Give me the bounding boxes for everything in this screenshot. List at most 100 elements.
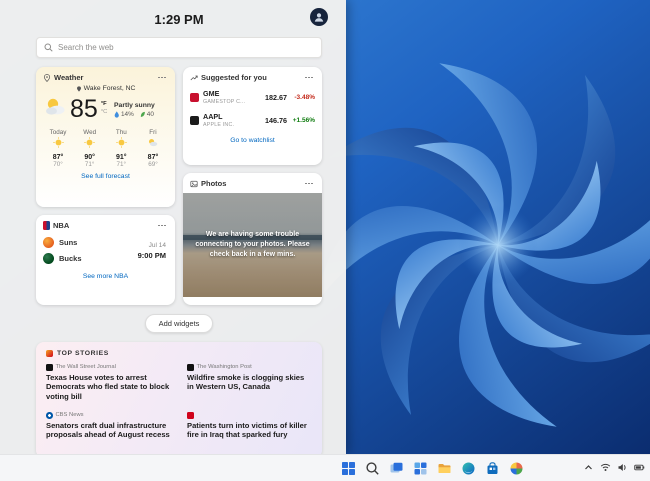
photos-app-button[interactable]: [508, 460, 525, 477]
forecast-low: 71°: [76, 161, 104, 168]
nba-widget-header: NBA: [43, 221, 168, 230]
hidden-icons-button[interactable]: [583, 460, 594, 478]
stocks-widget[interactable]: Suggested for you GME GAMESTOP C... 182.…: [183, 67, 322, 165]
news-story[interactable]: Patients turn into victims of killer fir…: [187, 412, 312, 440]
story-headline: Patients turn into victims of killer fir…: [187, 421, 312, 441]
see-full-forecast-link[interactable]: See full forecast: [43, 173, 168, 180]
weather-widget-title: Weather: [54, 73, 83, 82]
stock-price: 182.67: [265, 93, 287, 102]
story-source-row: CBS News: [46, 412, 171, 419]
photos-app-icon: [509, 461, 524, 476]
forecast-day-label: Today: [44, 129, 72, 136]
stock-identity: AAPL APPLE INC.: [203, 112, 251, 128]
story-source: The Washington Post: [197, 364, 252, 370]
windows-logo-icon: [341, 461, 356, 476]
battery-icon: [634, 462, 645, 473]
forecast-high: 87°: [139, 154, 167, 161]
story-source: The Wall Street Journal: [56, 364, 116, 370]
nba-game-date: Jul 14: [138, 242, 166, 249]
photos-widget-title: Photos: [201, 179, 226, 188]
forecast-low: 69°: [139, 161, 167, 168]
weather-location: Wake Forest, NC: [84, 85, 136, 92]
forecast-day[interactable]: Thu 91° 71°: [107, 129, 135, 168]
photos-menu-button[interactable]: [303, 181, 315, 187]
photos-icon: [190, 180, 198, 188]
top-stories-grid: The Wall Street Journal Texas House vote…: [46, 364, 312, 440]
wifi-icon: [600, 462, 611, 473]
task-view-icon: [389, 461, 404, 476]
widgets-column-right: Suggested for you GME GAMESTOP C... 182.…: [183, 67, 322, 305]
weather-condition-block: Partly sunny 14%: [114, 102, 168, 118]
apple-logo-icon: [190, 116, 199, 125]
stocks-menu-button[interactable]: [303, 75, 315, 81]
current-temperature: 85: [70, 97, 98, 122]
forecast-day[interactable]: Today 87° 70°: [44, 129, 72, 168]
add-widgets-button[interactable]: Add widgets: [145, 314, 214, 333]
search-icon: [365, 461, 380, 476]
beach-photo: We are having some trouble connecting to…: [183, 193, 322, 297]
file-explorer-button[interactable]: [436, 460, 453, 477]
microsoft-store-button[interactable]: [484, 460, 501, 477]
stock-row[interactable]: AAPL APPLE INC. 146.76 +1.56%: [190, 112, 315, 128]
forecast-low: 71°: [107, 161, 135, 168]
user-avatar[interactable]: [310, 8, 328, 26]
stocks-widget-header: Suggested for you: [190, 73, 315, 82]
stock-change: -3.48%: [287, 94, 315, 101]
washington-post-logo-icon: [187, 364, 194, 371]
widgets-icon: [413, 461, 428, 476]
system-tray: [583, 455, 645, 481]
stock-row[interactable]: GME GAMESTOP C... 182.67 -3.48%: [190, 89, 315, 105]
speaker-icon: [617, 462, 628, 473]
widgets-grid: Weather Wake Forest, NC: [36, 67, 322, 305]
edge-browser-button[interactable]: [460, 460, 477, 477]
stock-price: 146.76: [265, 116, 287, 125]
battery-button[interactable]: [634, 460, 645, 478]
top-stories-icon: [46, 350, 53, 357]
widgets-panel-header: 1:29 PM: [36, 6, 322, 32]
volume-button[interactable]: [617, 460, 628, 478]
top-stories-header: TOP STORIES: [46, 350, 312, 357]
stocks-widget-title: Suggested for you: [201, 73, 267, 82]
bucks-logo-icon: [43, 253, 54, 264]
network-button[interactable]: [600, 460, 611, 478]
forecast-high: 87°: [44, 154, 72, 161]
photos-widget[interactable]: Photos We are having some trouble connec…: [183, 173, 322, 305]
forecast-low: 70°: [44, 161, 72, 168]
start-button[interactable]: [340, 460, 357, 477]
top-stories-title: TOP STORIES: [57, 350, 109, 357]
news-story[interactable]: CBS News Senators craft dual infrastruct…: [46, 412, 171, 440]
search-input[interactable]: [58, 43, 314, 52]
photos-widget-header: Photos: [183, 173, 322, 192]
go-to-watchlist-link[interactable]: Go to watchlist: [190, 137, 315, 144]
gamestop-logo-icon: [190, 93, 199, 102]
folder-icon: [437, 461, 452, 476]
aqi-value: 40: [147, 111, 154, 118]
forecast-day-label: Wed: [76, 129, 104, 136]
news-story[interactable]: The Wall Street Journal Texas House vote…: [46, 364, 171, 402]
widgets-button[interactable]: [412, 460, 429, 477]
photos-error-message: We are having some trouble connecting to…: [183, 193, 322, 297]
nba-game-row[interactable]: Suns Bucks Jul 14 9:00 PM: [43, 237, 168, 264]
top-stories-card: TOP STORIES The Wall Street Journal Texa…: [36, 342, 322, 458]
search-button[interactable]: [364, 460, 381, 477]
task-view-button[interactable]: [388, 460, 405, 477]
precipitation-value: 14%: [121, 111, 134, 118]
forecast-day[interactable]: Fri 87° 69°: [139, 129, 167, 168]
leaf-icon: [140, 111, 146, 118]
weather-menu-button[interactable]: [156, 75, 168, 81]
see-more-nba-link[interactable]: See more NBA: [43, 273, 168, 280]
forecast-day[interactable]: Wed 90° 71°: [76, 129, 104, 168]
team-name: Suns: [59, 238, 77, 247]
weather-widget[interactable]: Weather Wake Forest, NC: [36, 67, 175, 207]
temperature-units: °F °C: [101, 101, 108, 116]
nba-widget[interactable]: NBA Suns Bucks: [36, 215, 175, 305]
weather-condition: Partly sunny: [114, 102, 168, 109]
web-search-bar[interactable]: [36, 37, 322, 58]
unit-fahrenheit[interactable]: °F: [101, 101, 108, 109]
nba-menu-button[interactable]: [156, 223, 168, 229]
nba-logo-icon: [43, 221, 50, 230]
news-story[interactable]: The Washington Post Wildfire smoke is cl…: [187, 364, 312, 402]
unit-celsius[interactable]: °C: [101, 109, 108, 117]
partly-sunny-icon: [43, 95, 67, 124]
stock-symbol: AAPL: [203, 112, 251, 121]
